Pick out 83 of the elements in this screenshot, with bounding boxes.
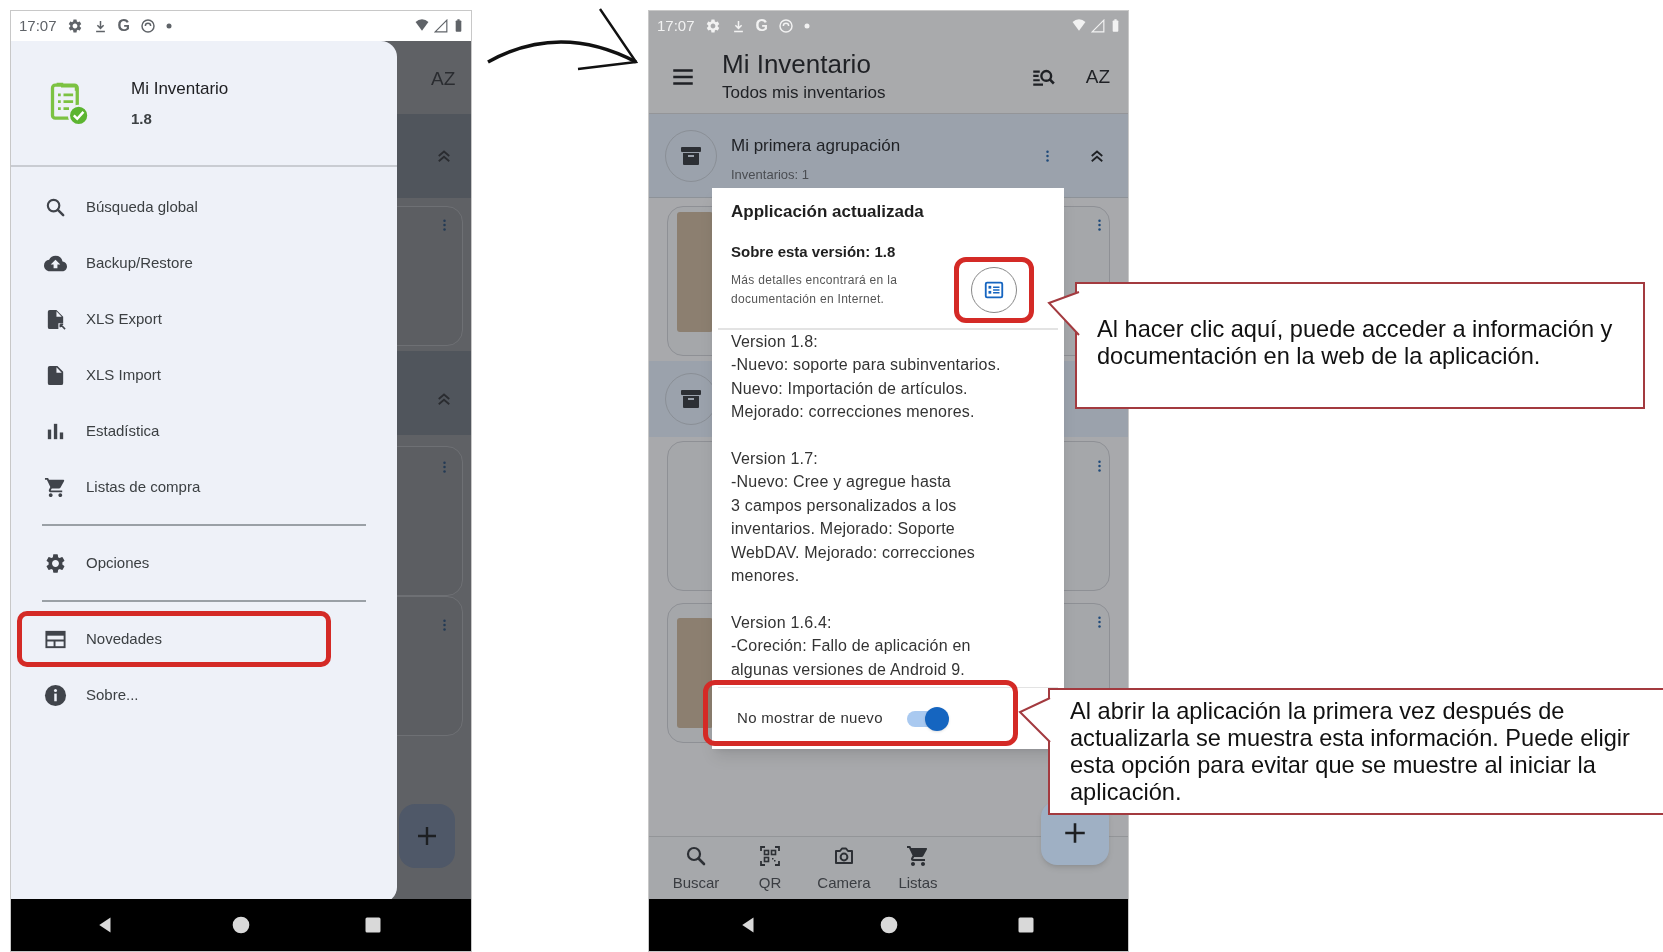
toggle-switch[interactable] <box>906 706 947 731</box>
nav-tab[interactable]: Buscar <box>659 839 733 899</box>
dialog-title: Applicación actualizada <box>730 201 925 223</box>
qr-code-icon <box>758 843 782 868</box>
changelog-line: inventarios. Mejorado: Soporte <box>731 519 956 540</box>
drawer-item[interactable]: Novedades <box>17 611 331 667</box>
changelog-line: WebDAV. Mejorado: correcciones <box>731 542 977 563</box>
sort-label[interactable]: AZ <box>1085 62 1110 92</box>
drawer-item-label: Búsqueda global <box>86 196 198 217</box>
changelog-line: Mejorado: correcciones menores. <box>731 402 976 423</box>
app-subtitle: Todos mis inventarios <box>722 82 886 105</box>
drawer-item-label: Listas de compra <box>86 476 201 497</box>
info-icon <box>44 683 67 707</box>
drawer-item[interactable]: Backup/Restore <box>17 235 331 291</box>
drawer-item[interactable]: Sobre... <box>17 667 331 723</box>
dialog-subtitle: Sobre esta versión: 1.8 <box>730 242 897 262</box>
changelog-line: Version 1.8: <box>731 332 819 352</box>
wifi-icon <box>414 19 430 33</box>
nav-tab-label: Listas <box>898 872 938 893</box>
changelog-line: -Nuevo: soporte para subinventarios. <box>731 355 1002 376</box>
list-document-icon <box>983 279 1005 301</box>
drawer-item-label: XLS Export <box>86 308 162 329</box>
toggle-label: No mostrar de nuevo <box>737 708 883 729</box>
nav-tab[interactable]: Listas <box>881 839 955 899</box>
changelog-line: Nuevo: Importación de artículos. <box>731 378 969 399</box>
drawer-item[interactable]: Listas de compra <box>17 459 331 515</box>
drawer-item[interactable]: Búsqueda global <box>17 179 331 235</box>
drawer-item-label: Estadística <box>86 420 160 441</box>
circle-icon <box>140 18 156 34</box>
changelog-line: -Coreción: Fallo de aplicación en <box>731 636 972 657</box>
app-title: Mi Inventario <box>722 48 872 81</box>
plus-icon <box>1062 820 1088 846</box>
home-icon[interactable] <box>879 915 899 935</box>
drawer-item[interactable]: XLS Export <box>17 291 331 347</box>
callout-pointer <box>1018 696 1052 744</box>
nav-tab[interactable]: Camera <box>807 839 881 899</box>
status-icon-letter: G <box>755 16 768 36</box>
app-version: 1.8 <box>131 108 153 129</box>
dialog-note: Más detalles encontrará en la documentación en Internet. <box>731 272 899 308</box>
nav-tab-label: QR <box>758 872 782 893</box>
status-time: 17:07 <box>657 15 695 36</box>
signal-icon <box>1091 19 1105 33</box>
dot-icon <box>166 23 172 29</box>
signal-icon <box>434 19 448 33</box>
drawer-item-label: Sobre... <box>86 684 139 705</box>
drawer-item-label: Opciones <box>86 552 150 573</box>
drawer-item-label: Backup/Restore <box>86 252 193 273</box>
nav-tab-label: Camera <box>817 872 871 893</box>
status-icon-letter: G <box>117 16 130 36</box>
nav-tab[interactable]: QR <box>733 839 807 899</box>
changelog-line: algunas versiones de Android 9. <box>731 659 966 680</box>
battery-icon <box>1111 18 1120 34</box>
dot-icon <box>804 23 810 29</box>
drawer-item[interactable]: Estadística <box>17 403 331 459</box>
callout: Al hacer clic aquí, puede acceder a información y documentación en la web de la aplicación. <box>1075 282 1645 409</box>
cart-icon <box>44 475 67 499</box>
group-count: Inventarios: 1 <box>731 165 811 184</box>
changelog-line: Version 1.6.4: <box>731 612 833 633</box>
recents-icon[interactable] <box>364 916 382 934</box>
changelog-line: -Nuevo: Cree y agregue hasta <box>731 472 952 493</box>
settings-icon <box>704 18 721 34</box>
app-name: Mi Inventario <box>131 78 229 100</box>
status-time: 17:07 <box>19 15 57 36</box>
settings-icon <box>44 551 67 575</box>
wifi-icon <box>1071 19 1087 33</box>
settings-icon <box>66 18 83 34</box>
home-icon[interactable] <box>231 915 251 935</box>
archive-box-icon <box>679 387 703 411</box>
circle-icon <box>778 18 794 34</box>
battery-icon <box>454 18 463 34</box>
group-name: Mi primera agrupación <box>731 135 901 157</box>
cart-icon <box>906 843 930 868</box>
changelog-line: 3 campos personalizados a los <box>731 495 958 516</box>
changelog-line: menores. <box>731 566 801 587</box>
drawer-item-label: XLS Import <box>86 364 162 385</box>
drawer-item[interactable]: Opciones <box>17 535 331 591</box>
recents-icon[interactable] <box>1017 916 1035 934</box>
callout: Al abrir la aplicación la primera vez después de actualizarla se muestra esta información. Puede eligir esta opción para evitar que se muestre al iniciar la aplicación. <box>1048 688 1663 815</box>
drawer-item-label: Novedades <box>86 628 162 649</box>
changelog-line: Version 1.7: <box>731 449 819 469</box>
nav-tab-label: Buscar <box>672 872 720 893</box>
drawer-item[interactable]: XLS Import <box>17 347 331 403</box>
plus-icon <box>415 824 439 848</box>
